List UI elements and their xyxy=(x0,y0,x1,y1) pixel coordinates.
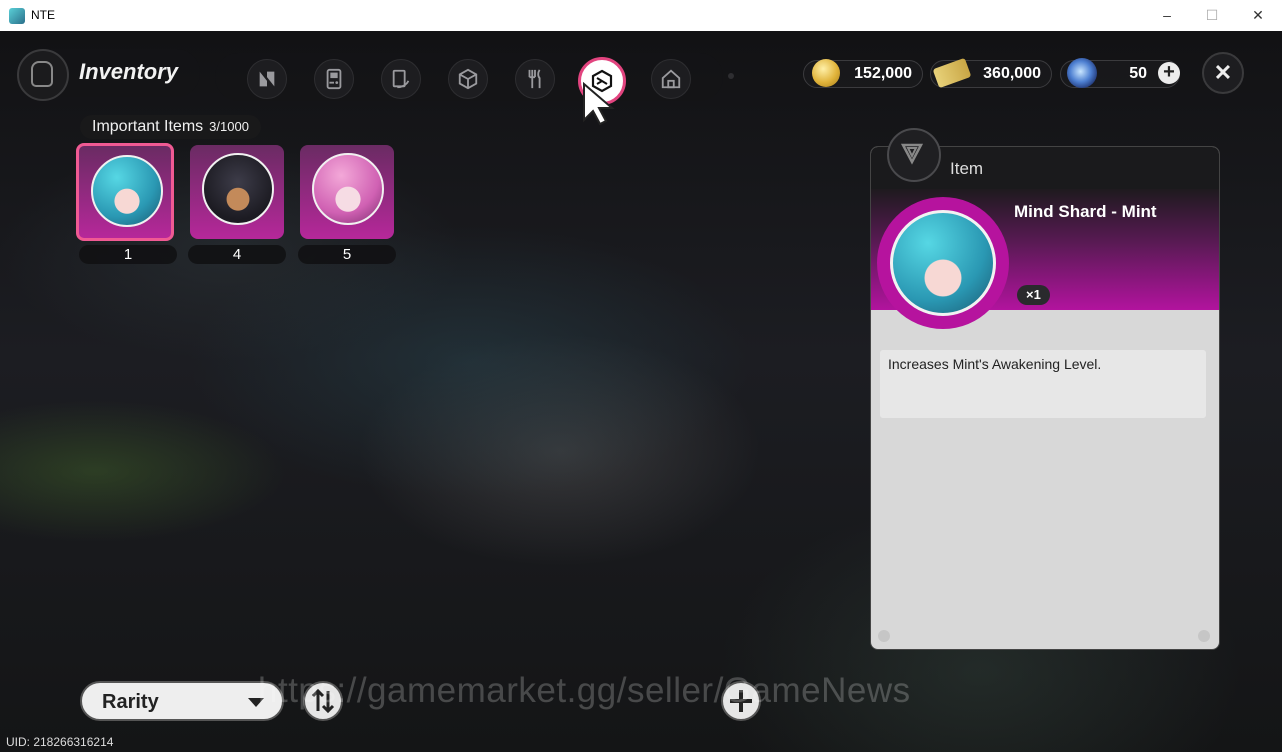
n-logo-icon xyxy=(259,71,275,87)
ticket-icon xyxy=(932,57,972,89)
window-title: NTE xyxy=(31,8,55,22)
item-description-box: Increases Mint's Awakening Level. xyxy=(880,350,1206,418)
currency-ticket-value: 360,000 xyxy=(983,65,1041,82)
panel-corner-dot xyxy=(878,630,890,642)
utensils-icon xyxy=(528,69,541,89)
window-titlebar: NTE – ☐ ✕ xyxy=(0,0,1282,32)
uid-label: UID: 218266316214 xyxy=(6,735,114,749)
section-title: Important Items xyxy=(92,118,204,135)
watermark-text: https://gamemarket.gg/seller/GameNews xyxy=(258,671,911,710)
currency-orb: 50 + xyxy=(1060,58,1180,88)
item-count-mint: 1 xyxy=(79,245,177,264)
page-title: Inventory xyxy=(79,59,179,84)
section-count: 3/1000 xyxy=(209,119,249,134)
item-count-dog: 4 xyxy=(188,245,286,264)
currency-ticket: 360,000 xyxy=(930,57,1052,89)
window-close-button[interactable]: ✕ xyxy=(1238,4,1278,26)
close-inventory-button[interactable]: ✕ xyxy=(1202,52,1244,94)
maximize-button[interactable]: ☐ xyxy=(1192,4,1232,26)
currency-gold: 152,000 xyxy=(803,59,923,88)
item-name: Mind Shard - Mint xyxy=(1014,202,1157,221)
item-count-pink: 5 xyxy=(298,245,396,264)
box-icon xyxy=(458,68,478,90)
item-slot-dog[interactable] xyxy=(190,145,284,239)
item-slot-mint[interactable] xyxy=(76,143,174,241)
mint-portrait xyxy=(91,155,163,227)
tab-book[interactable] xyxy=(381,59,421,99)
tab-gameboy[interactable] xyxy=(314,59,354,99)
currency-orb-value: 50 xyxy=(1129,65,1147,82)
dog-portrait xyxy=(202,153,274,225)
detail-header-label: Item xyxy=(950,159,984,178)
item-description: Increases Mint's Awakening Level. xyxy=(888,356,1102,372)
tab-bar-dot xyxy=(728,73,734,79)
book-icon xyxy=(392,69,410,89)
detail-portrait xyxy=(890,210,996,316)
backpack-icon xyxy=(17,49,69,101)
sort-label: Rarity xyxy=(102,691,159,713)
sort-dropdown[interactable]: Rarity xyxy=(80,681,284,721)
blue-orb-icon xyxy=(1067,58,1097,88)
gold-coin-icon xyxy=(812,59,840,87)
home-icon xyxy=(661,69,681,89)
item-slot-pink[interactable] xyxy=(300,145,394,239)
tab-food[interactable] xyxy=(515,59,555,99)
mouse-cursor-icon xyxy=(583,82,615,126)
pink-portrait xyxy=(312,153,384,225)
tab-home[interactable] xyxy=(651,59,691,99)
gameboy-icon xyxy=(326,68,342,90)
add-currency-button[interactable]: + xyxy=(1158,62,1180,84)
tab-n-logo[interactable] xyxy=(247,59,287,99)
tab-box[interactable] xyxy=(448,59,488,99)
minimize-button[interactable]: – xyxy=(1147,4,1187,26)
triangle-badge-icon xyxy=(900,143,924,165)
item-detail-panel: Item Mind Shard - Mint ×1 Increases Mint… xyxy=(870,146,1220,650)
item-quantity: ×1 xyxy=(1017,285,1050,305)
app-icon xyxy=(9,8,25,24)
item-category-badge xyxy=(887,128,941,182)
panel-corner-dot xyxy=(1198,630,1210,642)
currency-gold-value: 152,000 xyxy=(854,65,912,82)
section-label: Important Items 3/1000 xyxy=(80,115,261,139)
